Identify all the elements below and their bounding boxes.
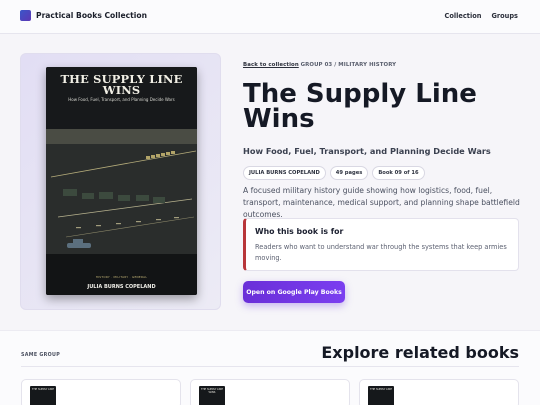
cover-title: THE SUPPLY LINE WINS: [46, 73, 197, 97]
audience-text: Readers who want to understand war throu…: [255, 243, 507, 262]
cover-author: JULIA BURNS COPELAND: [87, 284, 156, 290]
cover-title-line-2: WINS: [102, 83, 141, 97]
related-heading: Explore related books: [321, 343, 519, 362]
pages-badge: 49 pages: [329, 166, 369, 180]
brand-logo-icon: [20, 10, 31, 21]
thumb-title: THE SUPPLY LINE WINS: [201, 388, 223, 394]
book-badges: JULIA BURNS COPELAND 49 pages Book 09 of…: [243, 166, 425, 180]
related-book-thumbnail: THE SUPPLY LINE WINS: [199, 386, 225, 405]
back-to-collection-link[interactable]: Back to collection: [243, 62, 299, 68]
related-book-card[interactable]: THE SUPPLY LINE: [359, 379, 519, 405]
brand[interactable]: Practical Books Collection: [20, 10, 147, 21]
group-label: GROUP 03 / MILITARY HISTORY: [300, 62, 397, 68]
related-book-thumbnail: THE SUPPLY LINE: [30, 386, 56, 405]
section-divider: [21, 366, 519, 367]
nav-collection[interactable]: Collection: [445, 12, 482, 20]
audience-title: Who this book is for: [255, 227, 344, 236]
related-book-card[interactable]: THE SUPPLY LINE WINS: [190, 379, 350, 405]
audience-callout: Who this book is for Readers who want to…: [243, 218, 519, 271]
main-nav: Collection Groups: [445, 12, 518, 20]
brand-name: Practical Books Collection: [36, 11, 147, 20]
cover-panel: THE SUPPLY LINE WINS How Food, Fuel, Tra…: [20, 53, 221, 310]
author-badge: JULIA BURNS COPELAND: [243, 166, 326, 180]
cover-subtitle: How Food, Fuel, Transport, and Planning …: [68, 97, 175, 102]
open-google-play-button[interactable]: Open on Google Play Books: [243, 281, 345, 303]
series-badge: Book 09 of 16: [372, 166, 425, 180]
book-description: A focused military history guide showing…: [243, 186, 520, 219]
same-group-label: SAME GROUP: [21, 353, 61, 358]
page-title: The Supply Line Wins: [243, 79, 477, 134]
cover-tags: HISTORY · MILITARY · GENERAL: [95, 275, 148, 279]
related-book-thumbnail: THE SUPPLY LINE: [368, 386, 394, 405]
top-navigation: Practical Books Collection Collection Gr…: [0, 0, 540, 34]
book-cover: THE SUPPLY LINE WINS How Food, Fuel, Tra…: [46, 67, 197, 295]
nav-groups[interactable]: Groups: [491, 12, 518, 20]
book-subtitle: How Food, Fuel, Transport, and Planning …: [243, 146, 491, 156]
related-books-section: SAME GROUP Explore related books THE SUP…: [0, 330, 540, 405]
thumb-title: THE SUPPLY LINE: [370, 388, 392, 391]
related-book-card[interactable]: THE SUPPLY LINE: [21, 379, 181, 405]
thumb-title: THE SUPPLY LINE: [32, 388, 54, 391]
book-hero: THE SUPPLY LINE WINS How Food, Fuel, Tra…: [0, 34, 540, 330]
breadcrumb: Back to collection GROUP 03 / MILITARY H…: [243, 62, 396, 68]
